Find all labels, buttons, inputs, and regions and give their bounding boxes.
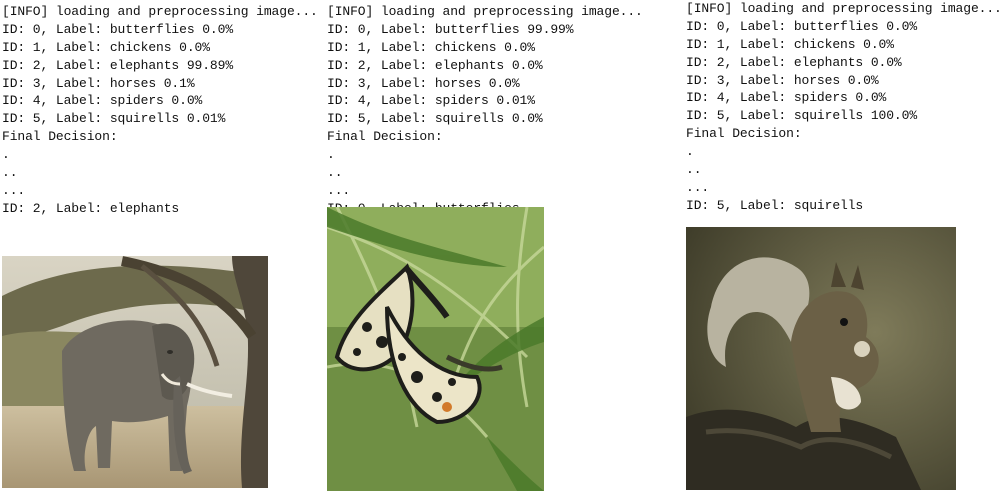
log-line: ID: 2, Label: elephants <box>2 200 180 216</box>
log-line: ID: 1, Label: chickens 0.0% <box>2 39 210 55</box>
log-line: ID: 3, Label: horses 0.1% <box>2 75 195 91</box>
log-line: [INFO] loading and preprocessing image..… <box>686 1 1002 16</box>
console-log: [INFO] loading and preprocessing image..… <box>686 0 1002 215</box>
log-line: .. <box>686 162 702 178</box>
log-line: ... <box>2 182 26 198</box>
log-line: ID: 2, Label: elephants 0.0% <box>686 54 902 70</box>
log-line: ID: 3, Label: horses 0.0% <box>686 72 879 88</box>
elephant-image <box>2 256 268 488</box>
log-line: ID: 1, Label: chickens 0.0% <box>686 36 894 52</box>
log-line: ID: 4, Label: spiders 0.0% <box>2 93 203 109</box>
log-line: ID: 4, Label: spiders 0.01% <box>327 93 535 109</box>
output-panel-squirrel: [INFO] loading and preprocessing image..… <box>686 0 1002 215</box>
log-line: Final Decision: <box>327 129 443 145</box>
log-line: ID: 2, Label: elephants 0.0% <box>327 57 543 73</box>
log-line: ID: 0, Label: butterflies 0.0% <box>2 21 234 37</box>
log-line: Final Decision: <box>686 126 802 142</box>
log-line: ID: 3, Label: horses 0.0% <box>327 75 520 91</box>
output-panel-butterflies: [INFO] loading and preprocessing image..… <box>327 3 643 218</box>
log-line: ID: 5, Label: squirells <box>686 197 864 213</box>
log-line: ID: 4, Label: spiders 0.0% <box>686 90 887 106</box>
log-line: ID: 5, Label: squirells 0.01% <box>2 111 226 127</box>
log-line: [INFO] loading and preprocessing image..… <box>327 4 643 19</box>
log-line: ID: 5, Label: squirells 100.0% <box>686 108 918 124</box>
log-line: . <box>2 147 10 163</box>
log-line: .. <box>2 165 18 181</box>
log-line: Final Decision: <box>2 129 118 145</box>
console-log: [INFO] loading and preprocessing image..… <box>2 3 318 218</box>
log-line: ID: 2, Label: elephants 99.89% <box>2 57 234 73</box>
console-log: [INFO] loading and preprocessing image..… <box>327 3 643 218</box>
log-line: ID: 0, Label: butterflies 99.99% <box>327 21 574 37</box>
output-panel-elephant: [INFO] loading and preprocessing image..… <box>2 3 318 218</box>
log-line: ID: 0, Label: butterflies 0.0% <box>686 18 918 34</box>
log-line: [INFO] loading and preprocessing image..… <box>2 4 318 19</box>
log-line: ... <box>327 182 351 198</box>
squirrel-image <box>686 227 956 490</box>
log-line: ID: 5, Label: squirells 0.0% <box>327 111 543 127</box>
butterflies-image <box>327 207 544 491</box>
log-line: . <box>686 144 694 160</box>
log-line: ... <box>686 179 710 195</box>
log-line: . <box>327 147 335 163</box>
log-line: ID: 1, Label: chickens 0.0% <box>327 39 535 55</box>
log-line: .. <box>327 165 343 181</box>
